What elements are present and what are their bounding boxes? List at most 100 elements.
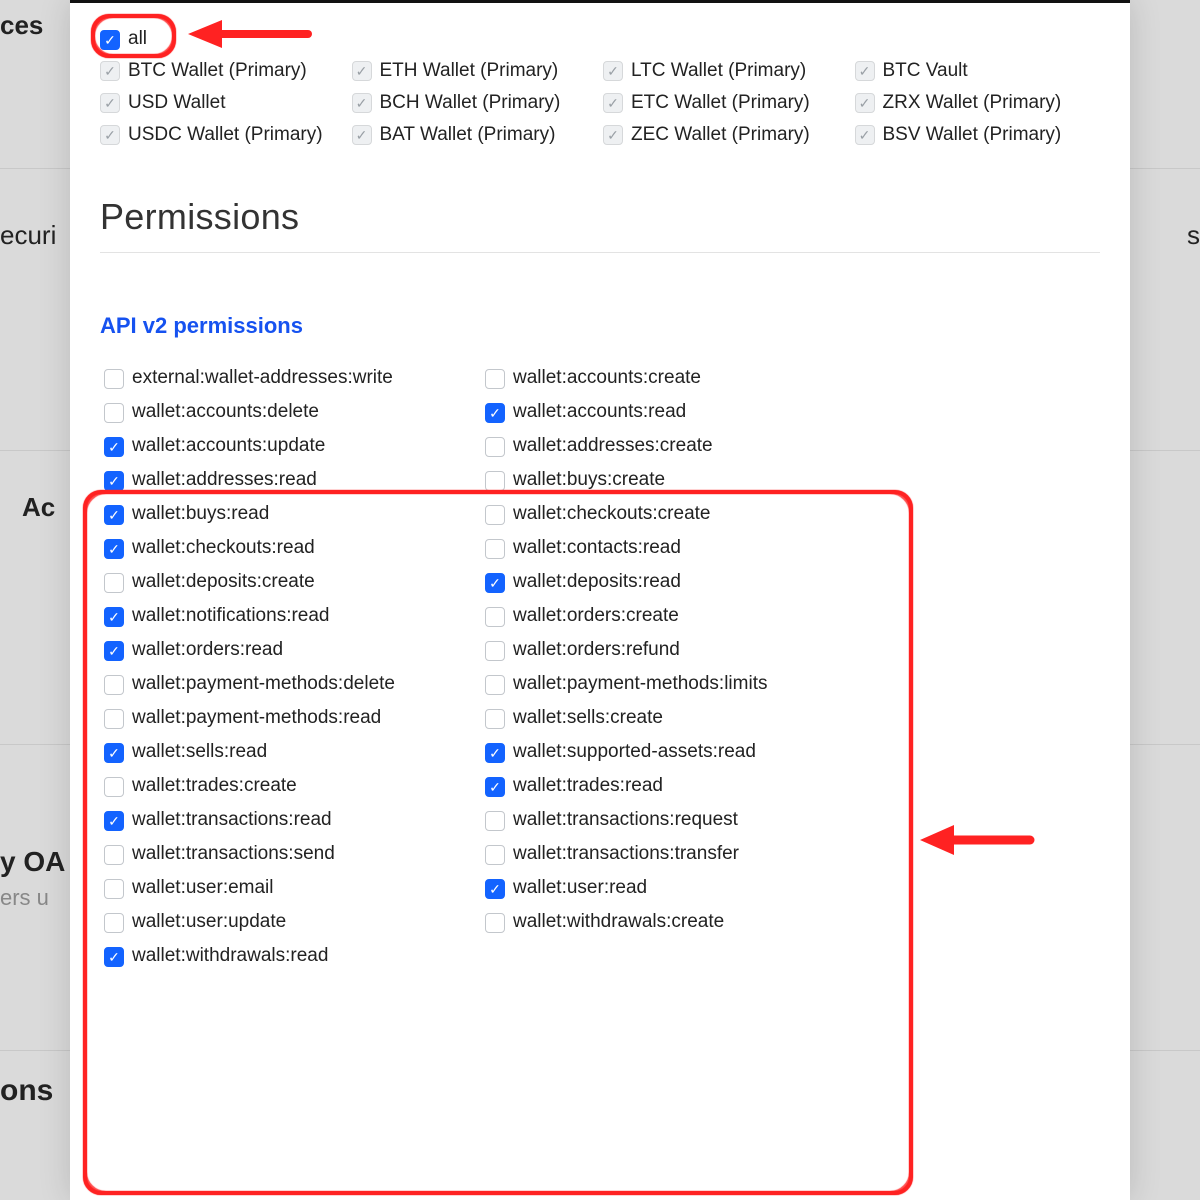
permission-item[interactable]: ✓wallet:accounts:update <box>104 435 455 457</box>
checkbox-icon[interactable]: ✓ <box>855 125 875 145</box>
wallet-item-ltc-wallet[interactable]: ✓LTC Wallet (Primary) <box>603 60 849 82</box>
checkbox-icon[interactable]: ✓ <box>104 709 124 729</box>
permission-item[interactable]: ✓wallet:deposits:create <box>104 571 455 593</box>
permission-item[interactable]: ✓wallet:accounts:create <box>485 367 836 389</box>
wallet-item-eth-wallet[interactable]: ✓ETH Wallet (Primary) <box>352 60 598 82</box>
wallet-item-usdc-wallet[interactable]: ✓ USDC Wallet (Primary) <box>100 124 346 146</box>
wallet-item-btc-vault[interactable]: ✓BTC Vault <box>855 60 1101 82</box>
checkbox-icon[interactable]: ✓ <box>603 125 623 145</box>
checkbox-icon[interactable]: ✓ <box>485 845 505 865</box>
checkbox-icon[interactable]: ✓ <box>485 539 505 559</box>
checkbox-icon[interactable]: ✓ <box>104 369 124 389</box>
permission-item[interactable]: ✓wallet:transactions:read <box>104 809 455 831</box>
checkbox-icon[interactable]: ✓ <box>104 675 124 695</box>
permissions-grid: ✓external:wallet-addresses:write✓wallet:… <box>100 359 840 975</box>
checkbox-icon[interactable]: ✓ <box>485 675 505 695</box>
checkbox-icon[interactable]: ✓ <box>352 61 372 81</box>
checkbox-icon[interactable]: ✓ <box>104 539 124 559</box>
checkbox-icon[interactable]: ✓ <box>485 811 505 831</box>
permission-label: wallet:contacts:read <box>513 537 681 559</box>
wallet-item-label: USDC Wallet (Primary) <box>128 124 323 146</box>
checkbox-icon[interactable]: ✓ <box>104 879 124 899</box>
checkbox-icon[interactable]: ✓ <box>485 743 505 763</box>
checkbox-icon[interactable]: ✓ <box>603 93 623 113</box>
wallet-item-zrx-wallet[interactable]: ✓ZRX Wallet (Primary) <box>855 92 1101 114</box>
checkbox-icon[interactable]: ✓ <box>855 61 875 81</box>
checkbox-icon[interactable]: ✓ <box>603 61 623 81</box>
checkbox-icon[interactable]: ✓ <box>104 403 124 423</box>
permission-item[interactable]: ✓wallet:payment-methods:delete <box>104 673 455 695</box>
permission-label: wallet:supported-assets:read <box>513 741 756 763</box>
wallet-item-usd-wallet[interactable]: ✓USD Wallet <box>100 92 346 114</box>
wallet-item-btc-wallet[interactable]: ✓BTC Wallet (Primary) <box>100 60 346 82</box>
permission-item[interactable]: ✓wallet:user:read <box>485 877 836 899</box>
permission-item[interactable]: ✓wallet:trades:read <box>485 775 836 797</box>
checkbox-icon[interactable]: ✓ <box>104 573 124 593</box>
checkbox-icon[interactable]: ✓ <box>100 30 120 50</box>
checkbox-icon[interactable]: ✓ <box>485 913 505 933</box>
permission-item[interactable]: ✓wallet:transactions:transfer <box>485 843 836 865</box>
wallet-item-bat-wallet[interactable]: ✓BAT Wallet (Primary) <box>352 124 598 146</box>
permission-item[interactable]: ✓wallet:buys:read <box>104 503 455 525</box>
permission-item[interactable]: ✓wallet:transactions:send <box>104 843 455 865</box>
checkbox-icon[interactable]: ✓ <box>104 505 124 525</box>
permission-item[interactable]: ✓wallet:withdrawals:read <box>104 945 455 967</box>
permission-item[interactable]: ✓wallet:transactions:request <box>485 809 836 831</box>
checkbox-icon[interactable]: ✓ <box>100 93 120 113</box>
permission-item[interactable]: ✓ wallet:contacts:read <box>485 537 836 559</box>
permission-item[interactable]: ✓wallet:addresses:create <box>485 435 836 457</box>
checkbox-icon[interactable]: ✓ <box>104 947 124 967</box>
checkbox-icon[interactable]: ✓ <box>100 61 120 81</box>
checkbox-icon[interactable]: ✓ <box>485 369 505 389</box>
permission-item[interactable]: ✓wallet:checkouts:create <box>485 503 836 525</box>
checkbox-icon[interactable]: ✓ <box>104 913 124 933</box>
wallet-item-bsv-wallet[interactable]: ✓BSV Wallet (Primary) <box>855 124 1101 146</box>
checkbox-icon[interactable]: ✓ <box>485 505 505 525</box>
permission-item[interactable]: ✓wallet:deposits:read <box>485 571 836 593</box>
wallet-item-etc-wallet[interactable]: ✓ETC Wallet (Primary) <box>603 92 849 114</box>
checkbox-icon[interactable]: ✓ <box>485 879 505 899</box>
permission-item[interactable]: ✓wallet:accounts:read <box>485 401 836 423</box>
checkbox-icon[interactable]: ✓ <box>855 93 875 113</box>
checkbox-icon[interactable]: ✓ <box>104 777 124 797</box>
checkbox-icon[interactable]: ✓ <box>485 471 505 491</box>
checkbox-icon[interactable]: ✓ <box>485 573 505 593</box>
permission-item[interactable]: ✓wallet:notifications:read <box>104 605 455 627</box>
checkbox-icon[interactable]: ✓ <box>485 437 505 457</box>
permission-item[interactable]: ✓wallet:sells:create <box>485 707 836 729</box>
checkbox-icon[interactable]: ✓ <box>104 743 124 763</box>
permission-item[interactable]: ✓wallet:payment-methods:limits <box>485 673 836 695</box>
permission-item[interactable]: ✓wallet:orders:read <box>104 639 455 661</box>
permission-item[interactable]: ✓wallet:orders:refund <box>485 639 836 661</box>
permission-item[interactable]: ✓wallet:orders:create <box>485 605 836 627</box>
permission-item[interactable]: ✓wallet:addresses:read <box>104 469 455 491</box>
checkbox-icon[interactable]: ✓ <box>352 125 372 145</box>
permission-item[interactable]: ✓wallet:payment-methods:read <box>104 707 455 729</box>
checkbox-icon[interactable]: ✓ <box>104 641 124 661</box>
permission-item[interactable]: ✓wallet:checkouts:read <box>104 537 455 559</box>
checkbox-icon[interactable]: ✓ <box>485 709 505 729</box>
checkbox-icon[interactable]: ✓ <box>485 641 505 661</box>
checkbox-icon[interactable]: ✓ <box>104 437 124 457</box>
wallet-item-bch-wallet[interactable]: ✓BCH Wallet (Primary) <box>352 92 598 114</box>
permission-item[interactable]: ✓ wallet:supported-assets:read <box>485 741 836 763</box>
checkbox-icon[interactable]: ✓ <box>485 777 505 797</box>
checkbox-icon[interactable]: ✓ <box>352 93 372 113</box>
wallet-item-zec-wallet[interactable]: ✓ZEC Wallet (Primary) <box>603 124 849 146</box>
permission-item[interactable]: ✓wallet:buys:create <box>485 469 836 491</box>
checkbox-icon[interactable]: ✓ <box>104 607 124 627</box>
checkbox-icon[interactable]: ✓ <box>104 811 124 831</box>
checkbox-icon[interactable]: ✓ <box>104 845 124 865</box>
checkbox-icon[interactable]: ✓ <box>100 125 120 145</box>
checkbox-icon[interactable]: ✓ <box>485 403 505 423</box>
wallet-all-row[interactable]: ✓ all <box>100 28 1100 50</box>
checkbox-icon[interactable]: ✓ <box>485 607 505 627</box>
permission-item[interactable]: ✓wallet:user:update <box>104 911 455 933</box>
permission-item[interactable]: ✓wallet:trades:create <box>104 775 455 797</box>
permission-item[interactable]: ✓wallet:sells:read <box>104 741 455 763</box>
permission-item[interactable]: ✓wallet:user:email <box>104 877 455 899</box>
checkbox-icon[interactable]: ✓ <box>104 471 124 491</box>
permission-item[interactable]: ✓external:wallet-addresses:write <box>104 367 455 389</box>
permission-item[interactable]: ✓wallet:withdrawals:create <box>485 911 836 933</box>
permission-item[interactable]: ✓wallet:accounts:delete <box>104 401 455 423</box>
